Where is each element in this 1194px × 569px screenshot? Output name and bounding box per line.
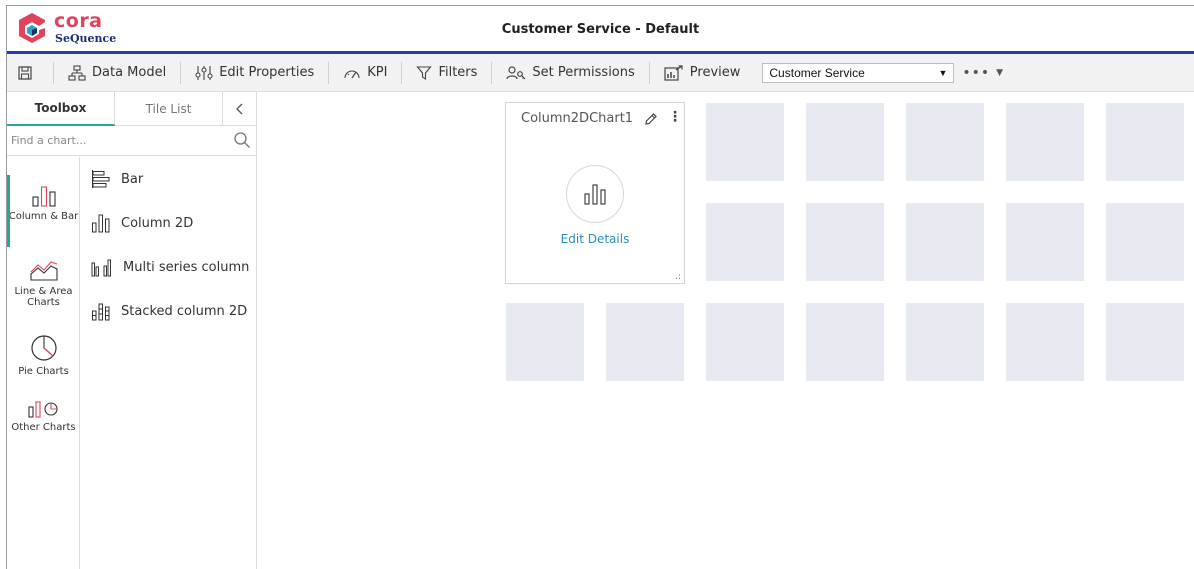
tile-menu-button[interactable]: ⋮ <box>668 110 682 124</box>
search-input[interactable] <box>7 134 217 147</box>
category-other[interactable]: Other Charts <box>7 400 80 433</box>
bar-chart-icon <box>92 170 110 188</box>
category-line-area[interactable]: Line & Area Charts <box>7 260 80 308</box>
app-header: cora SeQuence Customer Service - Default <box>7 6 1194 51</box>
chart-item-column-2d[interactable]: Column 2D <box>91 213 193 233</box>
chart-tile-card[interactable]: Column2DChart1 ⋮ Edit Details .: <box>505 102 685 284</box>
save-button[interactable] <box>7 54 47 91</box>
user-key-icon <box>506 65 526 79</box>
hierarchy-icon <box>68 64 86 81</box>
more-icon: ••• <box>962 64 991 81</box>
empty-tile-slot[interactable] <box>906 203 984 281</box>
empty-tile-slot[interactable] <box>806 203 884 281</box>
edit-title-button[interactable] <box>644 111 658 130</box>
empty-tile-slot[interactable] <box>1006 103 1084 181</box>
chart-item-label: Column 2D <box>121 215 194 231</box>
toolbar: Data Model Edit Properties KPI Filters S… <box>7 54 1194 92</box>
empty-tile-slot[interactable] <box>1106 203 1184 281</box>
preview-label: Preview <box>689 65 741 80</box>
category-label: Pie Charts <box>18 366 69 377</box>
empty-tile-slot[interactable] <box>706 103 784 181</box>
collapse-panel-button[interactable] <box>223 92 257 126</box>
gauge-icon <box>344 69 360 78</box>
tab-tile-list[interactable]: Tile List <box>115 92 223 126</box>
empty-tile-slot[interactable] <box>806 103 884 181</box>
empty-tile-slot[interactable] <box>906 303 984 381</box>
filter-icon <box>416 65 433 80</box>
filters-label: Filters <box>438 65 478 80</box>
preview-icon <box>664 64 683 81</box>
edit-properties-button[interactable]: Edit Properties <box>187 54 322 91</box>
search-icon[interactable] <box>233 131 251 149</box>
stacked-column-icon <box>92 303 110 321</box>
edit-details-link[interactable]: Edit Details <box>506 232 684 246</box>
chart-item-label: Multi series column <box>123 259 250 275</box>
empty-tile-slot[interactable] <box>1006 203 1084 281</box>
multi-series-column-icon <box>91 259 111 277</box>
chevron-down-icon: ▼ <box>996 67 1005 78</box>
chart-categories: Column & Bar Line & Area Charts Pie Char… <box>7 157 80 569</box>
chart-search <box>7 126 257 156</box>
category-pie[interactable]: Pie Charts <box>7 334 80 377</box>
panel-tabs: Toolbox Tile List <box>7 92 257 126</box>
chart-item-label: Stacked column 2D <box>121 303 248 319</box>
set-permissions-button[interactable]: Set Permissions <box>498 54 642 91</box>
preview-button[interactable]: Preview <box>656 54 749 91</box>
data-model-button[interactable]: Data Model <box>60 54 174 91</box>
empty-tile-slot[interactable] <box>506 303 584 381</box>
other-charts-icon <box>27 401 58 418</box>
category-label: Other Charts <box>11 422 76 433</box>
toolbar-separator <box>648 61 650 84</box>
page-title: Customer Service - Default <box>501 22 700 37</box>
empty-tile-slot[interactable] <box>1006 303 1084 381</box>
category-label: Line & Area Charts <box>14 286 73 308</box>
empty-tile-slot[interactable] <box>706 303 784 381</box>
empty-tile-slot[interactable] <box>1106 303 1184 381</box>
chart-item-stacked-column-2d[interactable]: Stacked column 2D <box>91 301 247 321</box>
chart-tile-title: Column2DChart1 <box>521 111 634 126</box>
category-column-bar[interactable]: Column & Bar <box>7 175 80 247</box>
service-select-value: Customer Service <box>769 65 865 80</box>
pencil-icon <box>645 113 657 125</box>
chevron-left-icon <box>236 103 243 115</box>
toolbar-separator <box>53 61 54 84</box>
empty-tile-slot[interactable] <box>806 303 884 381</box>
pie-chart-icon <box>30 335 57 361</box>
empty-tile-slot[interactable] <box>706 203 784 281</box>
data-model-label: Data Model <box>92 65 167 80</box>
empty-tile-slot[interactable] <box>606 303 684 381</box>
chart-placeholder[interactable] <box>566 165 624 223</box>
toolbar-separator <box>328 61 330 84</box>
tab-toolbox[interactable]: Toolbox <box>7 92 115 126</box>
toolbar-separator <box>491 61 493 84</box>
toolbar-separator <box>180 61 182 84</box>
column-2d-icon <box>92 214 110 233</box>
empty-tile-slot[interactable] <box>1106 103 1184 181</box>
service-select[interactable]: Customer Service ▼ <box>762 62 955 83</box>
resize-handle-icon[interactable]: .: <box>675 273 681 282</box>
kpi-label: KPI <box>367 65 388 80</box>
category-label: Column & Bar <box>8 211 79 222</box>
toolbar-separator <box>401 61 403 84</box>
chart-item-bar[interactable]: Bar <box>91 169 143 189</box>
toolbox-panel: Toolbox Tile List Column & Bar <box>7 92 257 569</box>
column-bar-icon <box>31 186 56 207</box>
empty-tile-slot[interactable] <box>906 103 984 181</box>
save-icon <box>18 65 32 80</box>
line-area-icon <box>29 261 58 281</box>
more-menu-button[interactable]: ••• ▼ <box>962 65 1004 81</box>
edit-properties-label: Edit Properties <box>219 65 315 80</box>
column-chart-icon <box>584 184 606 205</box>
kpi-button[interactable]: KPI <box>335 54 395 91</box>
filters-button[interactable]: Filters <box>408 54 485 91</box>
chart-item-multi-series-column[interactable]: Multi series column <box>91 257 249 277</box>
chart-item-label: Bar <box>121 171 144 187</box>
sliders-icon <box>195 65 213 80</box>
select-caret-icon: ▼ <box>938 67 948 78</box>
set-permissions-label: Set Permissions <box>532 65 635 80</box>
